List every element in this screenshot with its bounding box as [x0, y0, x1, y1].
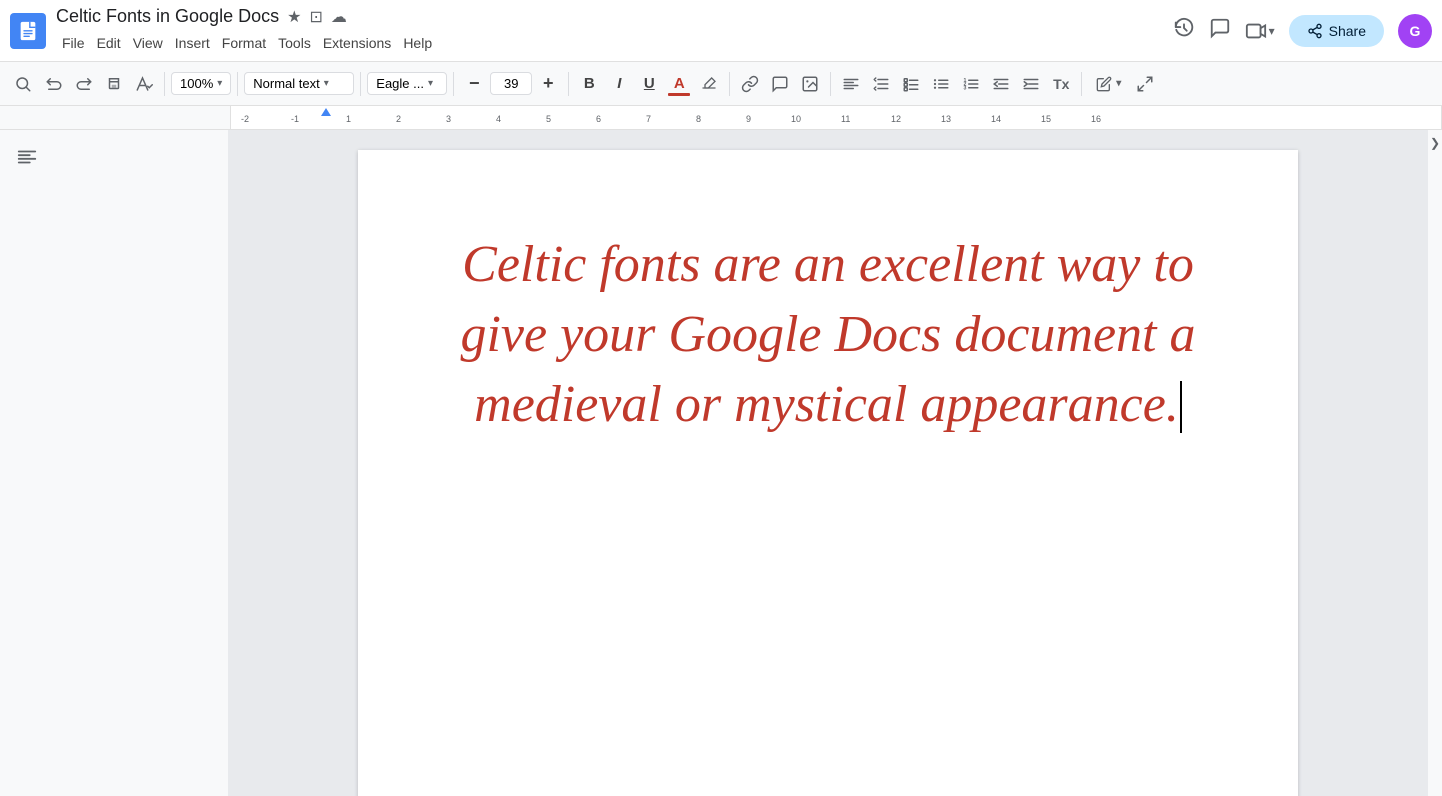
- divider-4: [453, 72, 454, 96]
- menu-item-format[interactable]: Format: [216, 31, 272, 55]
- line-spacing-button[interactable]: [867, 70, 895, 98]
- outline-toggle[interactable]: [10, 140, 44, 179]
- divider-7: [830, 72, 831, 96]
- font-chevron: ▾: [428, 78, 433, 89]
- print-button[interactable]: [100, 70, 128, 98]
- ruler-inner: -2 -1 1 2 3 4 5 6 7 8 9 10 11 12 13 14 1…: [230, 106, 1442, 129]
- zoom-select[interactable]: 100% ▾: [171, 72, 231, 95]
- menu-item-help[interactable]: Help: [397, 31, 438, 55]
- divider-3: [360, 72, 361, 96]
- search-button[interactable]: [8, 69, 38, 99]
- svg-text:3: 3: [964, 85, 967, 91]
- sidebar-right: ❯: [1428, 130, 1442, 796]
- google-docs-icon: [10, 13, 46, 49]
- link-button[interactable]: [736, 70, 764, 98]
- divider-5: [568, 72, 569, 96]
- svg-text:3: 3: [446, 114, 451, 124]
- star-icon[interactable]: ★: [287, 7, 301, 27]
- svg-text:11: 11: [841, 114, 850, 124]
- bullet-list-button[interactable]: [927, 70, 955, 98]
- increase-indent-button[interactable]: [1017, 70, 1045, 98]
- highlight-button[interactable]: [695, 70, 723, 98]
- svg-text:15: 15: [1041, 114, 1051, 124]
- svg-text:4: 4: [496, 114, 501, 124]
- svg-text:7: 7: [646, 114, 651, 124]
- bold-button[interactable]: B: [575, 70, 603, 98]
- svg-text:-2: -2: [241, 114, 249, 124]
- menu-item-edit[interactable]: Edit: [91, 31, 127, 55]
- menu-item-view[interactable]: View: [127, 31, 169, 55]
- comment-icon[interactable]: [1209, 17, 1231, 44]
- svg-text:14: 14: [991, 114, 1001, 124]
- checklist-button[interactable]: [897, 70, 925, 98]
- menu-item-tools[interactable]: Tools: [272, 31, 317, 55]
- right-controls: ▾ Share G: [1173, 14, 1432, 48]
- share-button[interactable]: Share: [1289, 15, 1384, 47]
- svg-text:16: 16: [1091, 114, 1101, 124]
- divider-2: [237, 72, 238, 96]
- font-size-box[interactable]: 39: [490, 72, 532, 95]
- svg-text:2: 2: [396, 114, 401, 124]
- text-cursor: [1180, 381, 1182, 433]
- text-color-button[interactable]: A: [665, 70, 693, 98]
- folder-icon[interactable]: ⊡: [309, 7, 322, 27]
- meeting-icon[interactable]: ▾: [1245, 20, 1275, 42]
- menu-bar: File Edit View Insert Format Tools Exten…: [56, 31, 1173, 55]
- font-size-increase[interactable]: +: [534, 70, 562, 98]
- divider-6: [729, 72, 730, 96]
- menu-item-file[interactable]: File: [56, 31, 91, 55]
- cloud-icon[interactable]: ☁: [331, 7, 347, 27]
- menu-item-extensions[interactable]: Extensions: [317, 31, 397, 55]
- font-size-decrease[interactable]: −: [460, 70, 488, 98]
- italic-button[interactable]: I: [605, 70, 633, 98]
- underline-button[interactable]: U: [635, 70, 663, 98]
- numbered-list-button[interactable]: 123: [957, 70, 985, 98]
- toolbar: 100% ▾ Normal text ▾ Eagle ... ▾ − 39 + …: [0, 62, 1442, 106]
- zoom-chevron: ▾: [217, 78, 222, 89]
- doc-content[interactable]: Celtic fonts are an excellent way to giv…: [458, 230, 1198, 441]
- paragraph-style-select[interactable]: Normal text ▾: [244, 72, 354, 95]
- divider-8: [1081, 72, 1082, 96]
- comment-button[interactable]: [766, 70, 794, 98]
- svg-text:-1: -1: [291, 114, 299, 124]
- svg-text:13: 13: [941, 114, 951, 124]
- doc-area[interactable]: Celtic fonts are an excellent way to giv…: [228, 130, 1428, 796]
- undo-button[interactable]: [40, 70, 68, 98]
- sidebar-left: [0, 130, 228, 796]
- redo-button[interactable]: [70, 70, 98, 98]
- svg-text:8: 8: [696, 114, 701, 124]
- clear-format-button[interactable]: Tx: [1047, 70, 1075, 98]
- edit-mode-button[interactable]: ▾: [1088, 70, 1129, 98]
- spellcheck-button[interactable]: [130, 70, 158, 98]
- main-area: Celtic fonts are an excellent way to giv…: [0, 130, 1442, 796]
- divider-1: [164, 72, 165, 96]
- menu-item-insert[interactable]: Insert: [169, 31, 216, 55]
- doc-title[interactable]: Celtic Fonts in Google Docs: [56, 6, 279, 27]
- style-chevron: ▾: [324, 78, 329, 89]
- font-select[interactable]: Eagle ... ▾: [367, 72, 447, 95]
- svg-text:5: 5: [546, 114, 551, 124]
- svg-text:1: 1: [346, 114, 351, 124]
- svg-text:6: 6: [596, 114, 601, 124]
- avatar[interactable]: G: [1398, 14, 1432, 48]
- title-bar: Celtic Fonts in Google Docs ★ ⊡ ☁ File E…: [0, 0, 1442, 62]
- image-button[interactable]: [796, 70, 824, 98]
- svg-text:10: 10: [791, 114, 801, 124]
- svg-text:12: 12: [891, 114, 901, 124]
- title-row: Celtic Fonts in Google Docs ★ ⊡ ☁: [56, 6, 1173, 27]
- expand-button[interactable]: [1131, 70, 1159, 98]
- page: Celtic fonts are an excellent way to giv…: [358, 150, 1298, 796]
- decrease-indent-button[interactable]: [987, 70, 1015, 98]
- alignment-button[interactable]: [837, 70, 865, 98]
- history-icon[interactable]: [1173, 17, 1195, 44]
- collapse-sidebar-button[interactable]: ❯: [1430, 136, 1440, 150]
- ruler: -2 -1 1 2 3 4 5 6 7 8 9 10 11 12 13 14 1…: [0, 106, 1442, 130]
- svg-text:9: 9: [746, 114, 751, 124]
